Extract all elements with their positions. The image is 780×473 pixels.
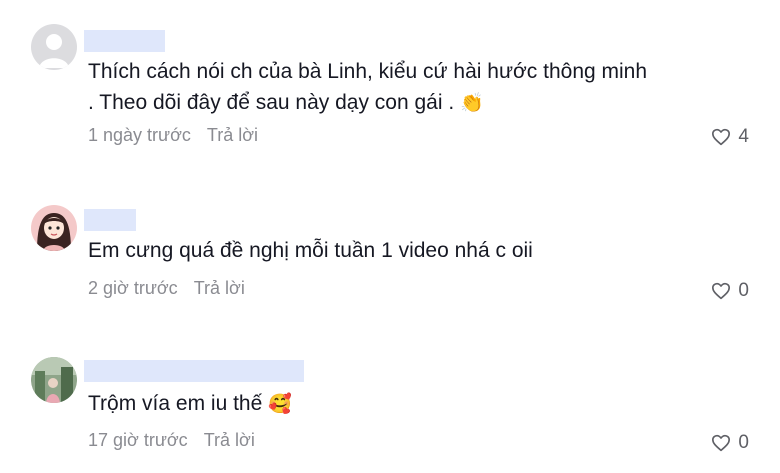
reply-button[interactable]: Trả lời <box>207 125 258 145</box>
username-redacted[interactable] <box>84 30 165 52</box>
reply-button[interactable]: Trả lời <box>194 278 245 298</box>
comment-timestamp: 2 giờ trước <box>88 278 178 298</box>
like-count: 0 <box>738 432 749 453</box>
username-redacted[interactable] <box>84 209 136 231</box>
heart-icon <box>712 128 731 146</box>
photo-avatar-icon[interactable] <box>31 357 77 403</box>
heart-icon <box>712 282 731 300</box>
like-count: 0 <box>738 280 749 301</box>
heart-icon <box>712 434 731 452</box>
reply-button[interactable]: Trả lời <box>204 430 255 450</box>
like-button[interactable]: 0 <box>711 432 749 454</box>
default-avatar-icon[interactable] <box>31 24 77 70</box>
comment-text: Trộm vía em iu thế 🥰 <box>88 392 292 415</box>
comment-timestamp: 17 giờ trước <box>88 430 188 450</box>
comment-text: Thích cách nói ch của bà Linh, kiểu cứ h… <box>88 60 648 114</box>
comment-text: Em cưng quá đề nghị mỗi tuần 1 video nhá… <box>88 239 533 262</box>
comment-meta: 1 ngày trước Trả lời <box>88 125 258 146</box>
clapping-hands-emoji: 👏 <box>460 93 484 114</box>
comment-timestamp: 1 ngày trước <box>88 125 191 145</box>
like-button[interactable]: 4 <box>711 126 749 148</box>
comment-meta: 2 giờ trước Trả lời <box>88 278 245 299</box>
like-count: 4 <box>738 126 749 147</box>
like-button[interactable]: 0 <box>711 280 749 302</box>
girl-avatar-icon[interactable] <box>31 205 77 251</box>
comment-meta: 17 giờ trước Trả lời <box>88 430 255 451</box>
smiling-face-hearts-emoji: 🥰 <box>268 394 292 415</box>
username-redacted[interactable] <box>84 360 304 382</box>
